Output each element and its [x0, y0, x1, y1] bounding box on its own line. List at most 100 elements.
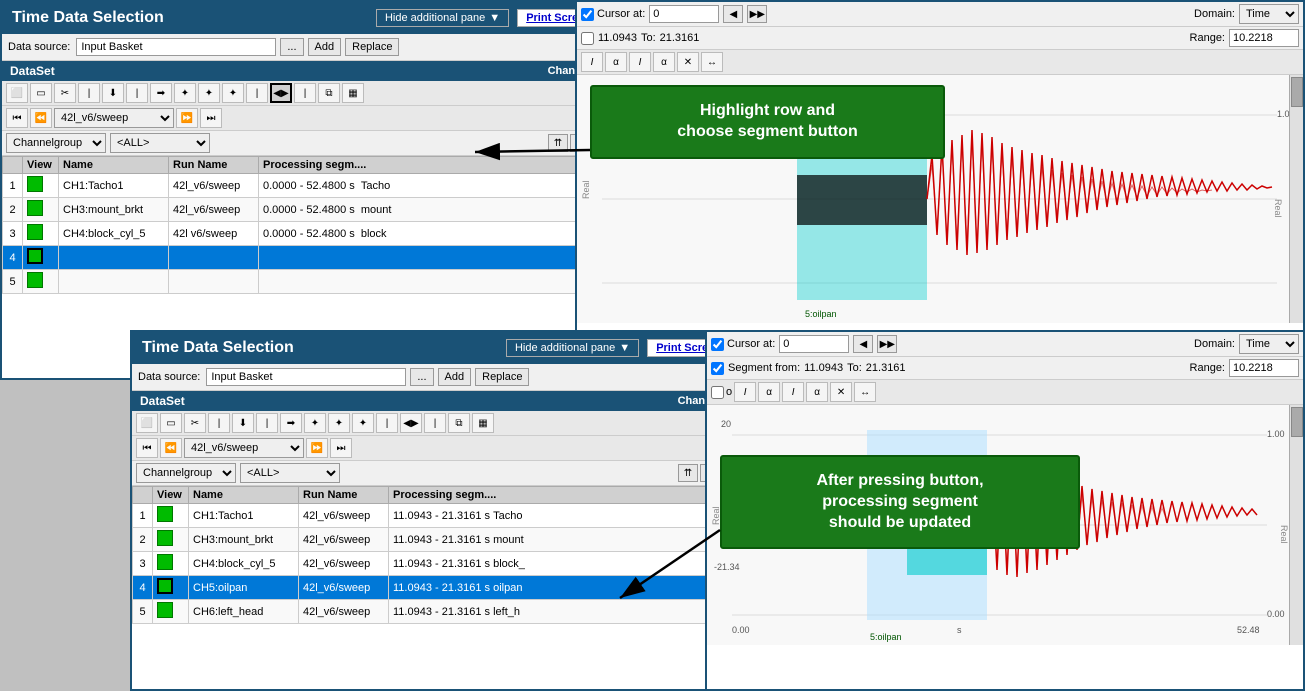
top-range-input[interactable]: [1229, 29, 1299, 47]
bottom-cursor-checkbox-label[interactable]: Cursor at:: [711, 338, 775, 351]
bottom-cursor-fwd[interactable]: ▶▶: [877, 335, 897, 353]
top-channelgroup-select[interactable]: Channelgroup: [6, 133, 106, 153]
chart-tool-italic[interactable]: I: [581, 52, 603, 72]
bchart-tool-arr[interactable]: ↔: [854, 382, 876, 402]
bottom-table-row[interactable]: 1 CH1:Tacho1 42l_v6/sweep 11.0943 - 21.3…: [133, 504, 768, 528]
top-add-button[interactable]: Add: [308, 38, 342, 56]
bottom-domain-select[interactable]: Time: [1239, 334, 1299, 354]
bottom-segment-checkbox[interactable]: [711, 362, 724, 375]
chart-tool-arr[interactable]: ↔: [701, 52, 723, 72]
bottom-hide-pane-button[interactable]: Hide additional pane ▼: [506, 339, 639, 357]
top-replace-button[interactable]: Replace: [345, 38, 399, 56]
bottom-cursor-input[interactable]: [779, 335, 849, 353]
table-row[interactable]: 5: [3, 270, 638, 294]
top-cursor-fwd[interactable]: ▶▶: [747, 5, 767, 23]
bottom-table-row[interactable]: 3 CH4:block_cyl_5 42l_v6/sweep 11.0943 -…: [133, 552, 768, 576]
tool-btn-separator4: |: [294, 83, 316, 103]
top-nav-first[interactable]: ⏮: [6, 108, 28, 128]
bottom-range-input[interactable]: [1229, 359, 1299, 377]
bname-cell-3: CH4:block_cyl_5: [189, 552, 299, 576]
top-sweep-select[interactable]: 42l_v6/sweep: [54, 108, 174, 128]
top-browse-button[interactable]: ...: [280, 38, 303, 56]
top-panel: Time Data Selection Hide additional pane…: [0, 0, 640, 380]
btool-btn-1[interactable]: ⬜: [136, 413, 158, 433]
bottom-cursor-back[interactable]: ◀: [853, 335, 873, 353]
top-segment-checkbox[interactable]: [581, 32, 594, 45]
top-hide-pane-button[interactable]: Hide additional pane ▼: [376, 9, 509, 27]
bchart-tool-alpha[interactable]: α: [758, 382, 780, 402]
bottom-table-row[interactable]: 5 CH6:left_head 42l_v6/sweep 11.0943 - 2…: [133, 600, 768, 624]
bchart-tool-italic[interactable]: I: [734, 382, 756, 402]
chart-tool-alpha2[interactable]: α: [653, 52, 675, 72]
top-cursor-checkbox-label[interactable]: Cursor at:: [581, 8, 645, 21]
chart-tool-x[interactable]: ✕: [677, 52, 699, 72]
btool-btn-star2[interactable]: ✦: [328, 413, 350, 433]
btool-btn-copy[interactable]: ⧉: [448, 413, 470, 433]
tool-btn-2[interactable]: ▭: [30, 83, 52, 103]
bchart-tool-alpha2[interactable]: α: [806, 382, 828, 402]
btool-btn-star1[interactable]: ✦: [304, 413, 326, 433]
bottom-chart-scrollbar[interactable]: [1289, 405, 1303, 645]
bottom-sweep-select[interactable]: 42l_v6/sweep: [184, 438, 304, 458]
table-row[interactable]: 2 CH3:mount_brkt 42l_v6/sweep 0.0000 - 5…: [3, 198, 638, 222]
btool-btn-2[interactable]: ▭: [160, 413, 182, 433]
top-domain-select[interactable]: Time: [1239, 4, 1299, 24]
tool-btn-right-arrow[interactable]: ➡: [150, 83, 172, 103]
btool-btn-scissors[interactable]: ✂: [184, 413, 206, 433]
btool-btn-star3[interactable]: ✦: [352, 413, 374, 433]
bottom-datasource-label: Data source:: [138, 371, 200, 383]
bottom-channelgroup-select[interactable]: Channelgroup: [136, 463, 236, 483]
tool-btn-grid[interactable]: ▦: [342, 83, 364, 103]
table-row[interactable]: 1 CH1:Tacho1 42l_v6/sweep 0.0000 - 52.48…: [3, 174, 638, 198]
top-nav-last[interactable]: ⏭: [200, 108, 222, 128]
btool-btn-right-arrow[interactable]: ➡: [280, 413, 302, 433]
bottom-replace-button[interactable]: Replace: [475, 368, 529, 386]
table-row[interactable]: 3 CH4:block_cyl_5 42l v6/sweep 0.0000 - …: [3, 222, 638, 246]
bchart-tool-italic2[interactable]: I: [782, 382, 804, 402]
bottom-nav-last[interactable]: ⏭: [330, 438, 352, 458]
top-cursor-checkbox[interactable]: [581, 8, 594, 21]
tool-btn-separator: |: [78, 83, 100, 103]
top-nav-next[interactable]: ⏩: [176, 108, 198, 128]
bottom-cursor-checkbox[interactable]: [711, 338, 724, 351]
bottom-filter-nav1[interactable]: ⇈: [678, 464, 698, 482]
bottom-dataset-label: DataSet: [140, 394, 185, 408]
chart-tool-alpha[interactable]: α: [605, 52, 627, 72]
btool-btn-grid[interactable]: ▦: [472, 413, 494, 433]
btool-btn-segment[interactable]: ◀▶: [400, 413, 422, 433]
top-nav-prev[interactable]: ⏪: [30, 108, 52, 128]
top-filter-row: Channelgroup <ALL> ⇈ ▲ ▼ ⇊: [2, 131, 638, 156]
tool-btn-copy[interactable]: ⧉: [318, 83, 340, 103]
brun-cell-5: 42l_v6/sweep: [299, 600, 389, 624]
bottom-add-button[interactable]: Add: [438, 368, 472, 386]
btool-btn-down-arrow[interactable]: ⬇: [232, 413, 254, 433]
tool-btn-star3[interactable]: ✦: [222, 83, 244, 103]
tool-btn-segment[interactable]: ◀▶: [270, 83, 292, 103]
bottom-all-select[interactable]: <ALL>: [240, 463, 340, 483]
top-chart-scroll-thumb[interactable]: [1291, 77, 1303, 107]
bottom-nav-first[interactable]: ⏮: [136, 438, 158, 458]
tool-btn-scissors[interactable]: ✂: [54, 83, 76, 103]
chart-tool-italic2[interactable]: I: [629, 52, 651, 72]
tool-btn-1[interactable]: ⬜: [6, 83, 28, 103]
bottom-browse-button[interactable]: ...: [410, 368, 433, 386]
bottom-table-row[interactable]: 2 CH3:mount_brkt 42l_v6/sweep 11.0943 - …: [133, 528, 768, 552]
bottom-chart-scroll-thumb[interactable]: [1291, 407, 1303, 437]
bottom-table-row-selected[interactable]: 4 CH5:oilpan 42l_v6/sweep 11.0943 - 21.3…: [133, 576, 768, 600]
tool-btn-down-arrow[interactable]: ⬇: [102, 83, 124, 103]
top-datasource-input[interactable]: [76, 38, 276, 56]
table-row-selected[interactable]: 4: [3, 246, 638, 270]
top-cursor-input[interactable]: [649, 5, 719, 23]
bottom-chart-checkbox[interactable]: [711, 386, 724, 399]
bottom-nav-prev[interactable]: ⏪: [160, 438, 182, 458]
top-all-select[interactable]: <ALL>: [110, 133, 210, 153]
bottom-nav-next[interactable]: ⏩: [306, 438, 328, 458]
bottom-datasource-input[interactable]: [206, 368, 406, 386]
top-cursor-back[interactable]: ◀: [723, 5, 743, 23]
tool-btn-star1[interactable]: ✦: [174, 83, 196, 103]
top-chart-toolbar: I α I α ✕ ↔: [577, 50, 1303, 75]
tool-btn-star2[interactable]: ✦: [198, 83, 220, 103]
top-filter-nav1[interactable]: ⇈: [548, 134, 568, 152]
bchart-tool-x[interactable]: ✕: [830, 382, 852, 402]
top-chart-scrollbar[interactable]: [1289, 75, 1303, 323]
